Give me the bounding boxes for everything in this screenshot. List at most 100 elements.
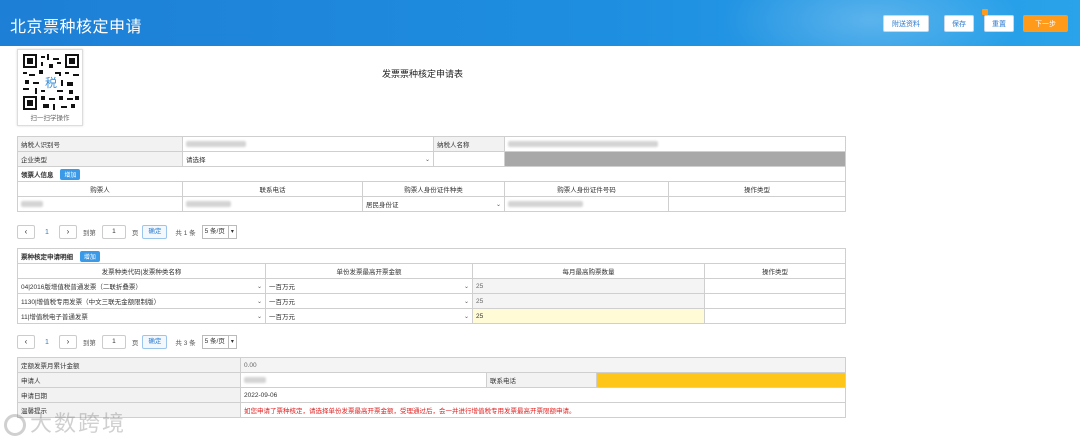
goto-confirm-button[interactable]: 确定 [142,225,168,239]
next-step-button[interactable]: 下一步 [1023,15,1068,32]
apply-date-value: 2022-09-06 [239,387,847,403]
page-size-value: 5 条/页 [204,338,225,345]
col-detail-operation: 操作类型 [703,263,847,279]
detail-pagination: ‹ 1 › 到第 1 页 确定 共 3 条 5 条/页 ▾ [17,334,237,350]
invoice-type-select[interactable]: 04|2016版增值税普通发票（二联折叠票） ⌄ [17,278,266,294]
chevron-down-icon: ⌄ [463,313,469,320]
invoice-type-value: 1130|增值税专用发票（中文三联无金额限制版） [21,299,161,306]
col-operation: 操作类型 [668,181,846,197]
enterprise-type-select[interactable]: 请选择 ⌄ [182,151,434,167]
col-phone: 联系电话 [182,181,363,197]
taxpayer-name-label: 纳税人名称 [433,136,505,152]
invoice-type-select[interactable]: 1130|增值税专用发票（中文三联无金额限制版） ⌄ [17,293,266,309]
taxpayer-table: 纳税人识别号 纳税人名称 企业类型 请选择 ⌄ 领票人信息 增加 购票人 联系电话… [17,136,846,212]
page-size-select[interactable]: 5 条/页 ▾ [201,225,237,239]
detail-operation-cell [703,308,847,324]
chevron-down-icon: ⌄ [256,298,262,305]
monthly-qty-input[interactable]: 25 [472,278,705,294]
detail-section-header: 票种核定申请明细 增加 [16,248,847,264]
max-amount-select[interactable]: 一百万元 ⌄ [265,278,473,294]
col-max-amount: 单份发票最高开票金额 [265,263,473,279]
contact-phone-label: 联系电话 [486,372,597,388]
buyer-id-type-value: 居民身份证 [366,202,399,209]
invoice-type-value: 04|2016版增值税普通发票（二联折叠票） [21,284,142,291]
chevron-down-icon: ▾ [227,226,234,238]
max-amount-select[interactable]: 一百万元 ⌄ [265,293,473,309]
contact-phone-input[interactable] [595,372,847,388]
table-row: 1130|增值税专用发票（中文三联无金额限制版） ⌄ 一百万元 ⌄ 25 [17,293,847,309]
prev-page-button[interactable]: ‹ [17,335,35,349]
taxpayer-name-value [504,136,846,152]
goto-label: 到第 [82,340,96,347]
page-unit-label: 页 [131,230,139,237]
monthly-qty-input[interactable]: 25 [472,293,705,309]
applicant-input[interactable] [240,372,487,388]
page-number-input[interactable]: 1 [101,335,126,349]
invoice-type-select[interactable]: 11|增值税电子普通发票 ⌄ [17,308,266,324]
add-buyer-button[interactable]: 增加 [60,168,81,180]
chevron-down-icon: ⌄ [424,156,430,163]
page-size-select[interactable]: 5 条/页 ▾ [201,335,237,349]
page-title: 北京票种核定申请 [10,19,143,36]
detail-section-title: 票种核定申请明细 [21,253,73,261]
max-amount-select[interactable]: 一百万元 ⌄ [265,308,473,324]
invoice-type-value: 11|增值税电子普通发票 [21,314,88,321]
blurred-text [186,200,231,207]
summary-table: 定额发票月累计金额 0.00 申请人 联系电话 申请日期 2022-09-06 … [17,357,847,418]
max-amount-value: 一百万元 [269,314,295,321]
form-title: 发票票种核定申请表 [382,69,464,79]
watermark-text: 大数跨境 [30,411,127,436]
goto-label: 到第 [82,230,96,237]
applicant-label: 申请人 [17,372,241,388]
save-button[interactable]: 保存 [944,15,974,32]
goto-confirm-button[interactable]: 确定 [142,335,168,349]
attach-docs-button[interactable]: 附送资料 [883,15,929,32]
monthly-qty-input[interactable]: 25 [472,308,705,324]
next-page-button[interactable]: › [58,335,77,349]
chevron-down-icon: ⌄ [463,283,469,290]
buyer-id-type-select[interactable]: 居民身份证 ⌄ [362,196,505,212]
chevron-down-icon: ⌄ [495,201,501,208]
remark-text: 如您申请了票种核定，请选择单份发票最高开票金额，受理通过后，会一并进行增值税专用… [239,402,847,418]
current-page[interactable]: 1 [45,229,49,236]
buyer-pagination: ‹ 1 › 到第 1 页 确定 共 1 条 5 条/页 ▾ [17,224,237,240]
watermark: 大数跨境 [4,406,126,438]
enterprise-type-value: 请选择 [186,157,206,164]
detail-operation-cell [703,278,847,294]
add-detail-button[interactable]: 增加 [79,250,100,262]
chevron-down-icon: ⌄ [256,283,262,290]
buyer-section-title: 领票人信息 [21,171,54,179]
qr-caption: 扫一扫学操作 [30,115,70,122]
next-page-button[interactable]: › [58,225,77,239]
col-id-type: 购票人身份证件种类 [362,181,505,197]
blurred-text [186,140,246,147]
total-count: 共 1 条 [175,230,196,237]
reset-button[interactable]: 重置 [984,15,1014,32]
blurred-text [508,140,658,147]
chevron-down-icon: ⌄ [256,313,262,320]
col-id-number: 购票人身份证件号码 [504,181,669,197]
buyer-section-header: 领票人信息 增加 [17,166,846,182]
prev-page-button[interactable]: ‹ [17,225,35,239]
blurred-text [21,200,43,207]
detail-operation-cell [703,293,847,309]
max-amount-value: 一百万元 [269,284,295,291]
chevron-down-icon: ▾ [227,336,234,348]
col-invoice-type: 发票种类代码|发票种类名称 [17,263,266,279]
watermark-logo-icon [4,414,26,437]
disabled-field [504,151,846,167]
page-size-value: 5 条/页 [204,228,225,235]
max-amount-value: 一百万元 [269,299,295,306]
buyer-name-input[interactable] [17,196,183,212]
apply-date-label: 申请日期 [17,387,241,403]
enterprise-type-extra[interactable] [433,151,505,167]
taxpayer-id-value [182,136,434,152]
col-buyer: 购票人 [17,181,183,197]
quota-label: 定额发票月累计金额 [17,357,241,373]
page-number-input[interactable]: 1 [101,225,126,239]
total-count: 共 3 条 [175,340,196,347]
buyer-id-number-input[interactable] [504,196,669,212]
qr-code-card[interactable]: 税 扫一扫学操作 [17,49,83,126]
buyer-phone-input[interactable] [182,196,363,212]
current-page[interactable]: 1 [45,339,49,346]
